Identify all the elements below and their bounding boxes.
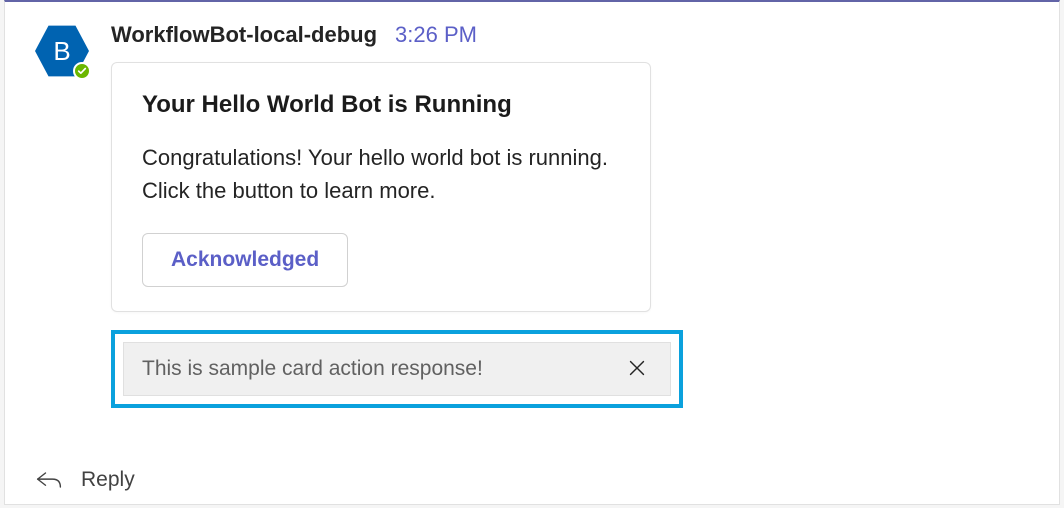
card-title: Your Hello World Bot is Running [142,91,620,119]
message-body: WorkflowBot-local-debug 3:26 PM Your Hel… [111,22,1029,408]
message-header: WorkflowBot-local-debug 3:26 PM [111,22,1029,48]
chat-thread: B WorkflowBot-local-debug 3:26 PM Your H… [4,0,1060,505]
acknowledged-button[interactable]: Acknowledged [142,233,348,287]
adaptive-card: Your Hello World Bot is Running Congratu… [111,62,651,312]
sender-name: WorkflowBot-local-debug [111,22,377,48]
toast-text: This is sample card action response! [142,357,483,381]
reply-icon [35,468,63,492]
reply-label: Reply [81,468,135,492]
close-button[interactable] [622,353,652,386]
bot-message: B WorkflowBot-local-debug 3:26 PM Your H… [5,22,1059,408]
card-body-text: Congratulations! Your hello world bot is… [142,141,620,207]
message-timestamp: 3:26 PM [395,22,477,48]
reply-bar[interactable]: Reply [5,455,1059,504]
close-icon [626,357,648,382]
action-response-highlight: This is sample card action response! [111,330,683,408]
presence-available-icon [73,62,91,80]
avatar-container: B [35,24,89,78]
action-response-toast: This is sample card action response! [123,342,671,396]
avatar-initial: B [53,36,70,67]
